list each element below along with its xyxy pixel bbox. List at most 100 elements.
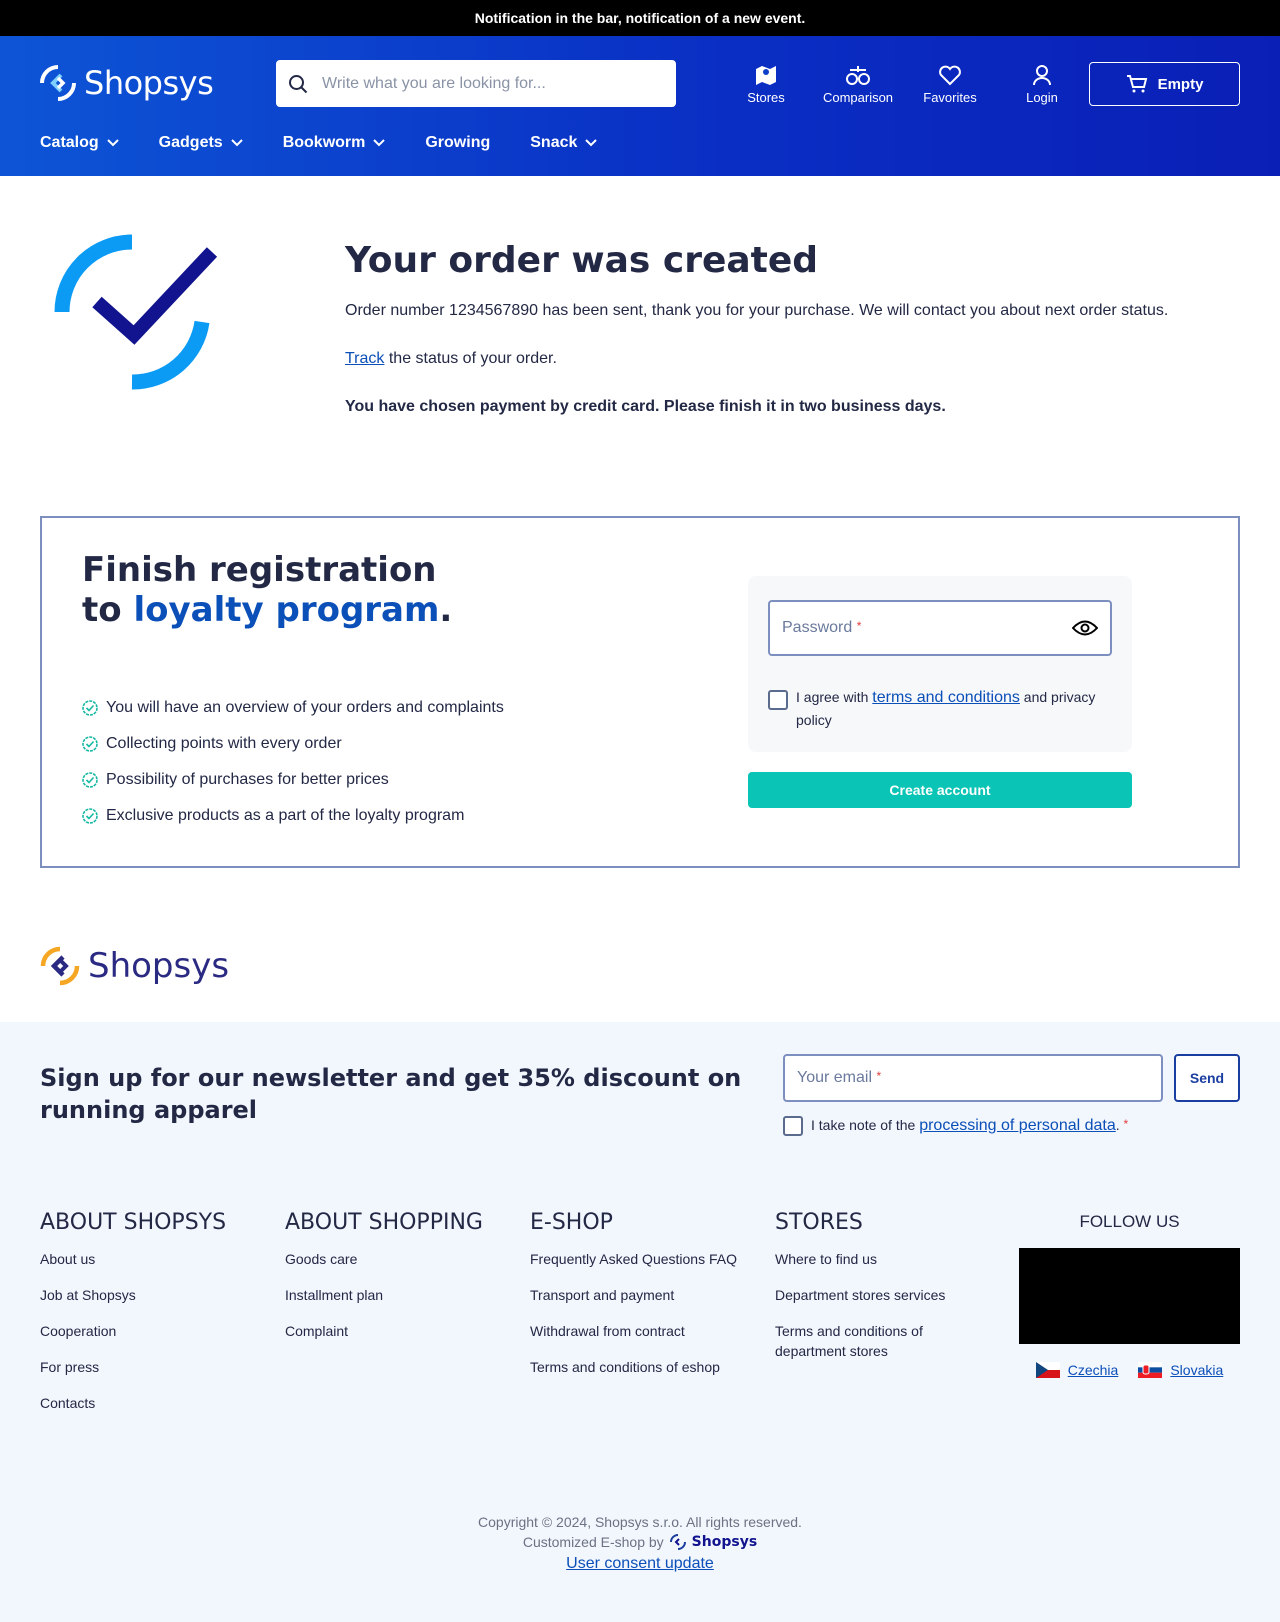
- nav-label: Snack: [530, 134, 578, 151]
- country-slovakia[interactable]: Slovakia: [1138, 1362, 1223, 1378]
- header-logo[interactable]: Shopsys: [40, 64, 214, 102]
- eye-icon[interactable]: [1072, 619, 1098, 637]
- login-link[interactable]: Login: [996, 64, 1088, 105]
- footer-link[interactable]: Installment plan: [285, 1285, 525, 1305]
- chevron-down-icon: [585, 139, 598, 147]
- benefit-text: Possibility of purchases for better pric…: [106, 771, 389, 788]
- footer-link[interactable]: Complaint: [285, 1321, 525, 1341]
- password-label: Password *: [782, 619, 861, 637]
- nav-bookworm[interactable]: Bookworm: [283, 134, 386, 152]
- nav-label: Growing: [425, 134, 491, 151]
- main-navigation: Catalog Gadgets Bookworm Growing Snack: [40, 134, 598, 152]
- footer-link[interactable]: Department stores services: [775, 1285, 975, 1305]
- nav-snack[interactable]: Snack: [530, 134, 598, 152]
- benefit-item: You will have an overview of your orders…: [82, 690, 504, 726]
- nl-agree-suffix: .: [1115, 1117, 1120, 1133]
- shopsys-logo-icon: [40, 65, 76, 101]
- footer-link[interactable]: For press: [40, 1357, 280, 1377]
- email-label-text: Your email: [797, 1069, 873, 1086]
- footer-logo[interactable]: Shopsys: [40, 946, 229, 986]
- newsletter-email-field[interactable]: Your email *: [783, 1054, 1163, 1102]
- terms-link[interactable]: terms and conditions: [872, 689, 1020, 706]
- newsletter-checkbox[interactable]: [783, 1116, 803, 1136]
- customized-logo-text[interactable]: Shopsys: [692, 1532, 757, 1552]
- benefit-item: Collecting points with every order: [82, 726, 504, 762]
- footer-link[interactable]: Goods care: [285, 1249, 525, 1269]
- favorites-label: Favorites: [923, 90, 977, 105]
- favorites-link[interactable]: Favorites: [904, 64, 996, 105]
- slovak-flag-icon: [1138, 1362, 1163, 1378]
- user-icon: [1033, 65, 1051, 86]
- payment-note: You have chosen payment by credit card. …: [345, 398, 946, 415]
- footer-link[interactable]: Terms and conditions of department store…: [775, 1321, 975, 1361]
- nav-gadgets[interactable]: Gadgets: [159, 134, 243, 152]
- footer-column-title: ABOUT SHOPPING: [285, 1210, 483, 1235]
- nav-label: Catalog: [40, 134, 99, 151]
- create-account-button[interactable]: Create account: [748, 772, 1132, 808]
- check-badge-icon: [82, 808, 98, 824]
- site-header: Shopsys Stores Comparison: [0, 36, 1280, 176]
- footer-column-title: ABOUT SHOPSYS: [40, 1210, 227, 1235]
- personal-data-link[interactable]: processing of personal data: [919, 1117, 1116, 1134]
- newsletter-agree-text: I take note of the processing of persona…: [811, 1117, 1128, 1135]
- user-consent-link[interactable]: User consent update: [0, 1554, 1280, 1574]
- comparison-link[interactable]: Comparison: [812, 64, 904, 105]
- chevron-down-icon: [230, 139, 243, 147]
- logo-text: Shopsys: [84, 64, 214, 102]
- copyright-block: Copyright © 2024, Shopsys s.r.o. All rig…: [0, 1512, 1280, 1574]
- order-title: Your order was created: [345, 240, 819, 281]
- follow-us-title: FOLLOW US: [1079, 1212, 1180, 1231]
- footer-column-eshop: E-SHOP Frequently Asked Questions FAQ Tr…: [530, 1210, 770, 1393]
- footer-column-about-shopsys: ABOUT SHOPSYS About us Job at Shopsys Co…: [40, 1210, 280, 1429]
- stores-link[interactable]: Stores: [720, 64, 812, 105]
- country-link[interactable]: Czechia: [1068, 1362, 1119, 1378]
- newsletter-send-button[interactable]: Send: [1174, 1054, 1240, 1102]
- order-number-text: Order number 1234567890 has been sent, t…: [345, 302, 1169, 319]
- notification-bar: Notification in the bar, notification of…: [0, 0, 1280, 36]
- map-icon: [756, 66, 776, 85]
- footer-link[interactable]: Frequently Asked Questions FAQ: [530, 1249, 770, 1269]
- footer-link[interactable]: About us: [40, 1249, 280, 1269]
- cart-button[interactable]: Empty: [1089, 62, 1240, 106]
- cart-label: Empty: [1157, 75, 1204, 93]
- benefit-item: Possibility of purchases for better pric…: [82, 762, 504, 798]
- nav-catalog[interactable]: Catalog: [40, 134, 119, 152]
- chevron-down-icon: [373, 139, 386, 147]
- footer-link[interactable]: Withdrawal from contract: [530, 1321, 770, 1341]
- footer-link[interactable]: Job at Shopsys: [40, 1285, 280, 1305]
- password-field[interactable]: Password *: [768, 600, 1112, 656]
- country-link[interactable]: Slovakia: [1170, 1362, 1223, 1378]
- track-order-text: Track the status of your order.: [345, 350, 557, 368]
- search-input[interactable]: [322, 74, 642, 93]
- required-mark: *: [1123, 1117, 1129, 1131]
- social-embed[interactable]: [1019, 1248, 1240, 1344]
- country-czechia[interactable]: Czechia: [1035, 1362, 1119, 1378]
- nav-label: Gadgets: [158, 134, 223, 151]
- benefit-text: You will have an overview of your orders…: [106, 699, 504, 716]
- country-switcher: Czechia Slovakia: [1019, 1362, 1240, 1378]
- footer-link[interactable]: Contacts: [40, 1393, 280, 1413]
- required-mark: *: [856, 619, 862, 633]
- nav-label: Bookworm: [282, 134, 366, 151]
- footer-link[interactable]: Cooperation: [40, 1321, 280, 1341]
- nav-growing[interactable]: Growing: [425, 134, 490, 152]
- loyalty-title: Finish registration to loyalty program.: [82, 550, 462, 630]
- terms-agreement: I agree with terms and conditions and pr…: [768, 686, 1098, 731]
- footer-link[interactable]: Terms and conditions of eshop: [530, 1357, 770, 1377]
- search-icon[interactable]: [288, 74, 308, 94]
- order-success-check-icon: [54, 234, 218, 390]
- benefit-text: Collecting points with every order: [106, 735, 342, 752]
- registration-form: Password * I agree with terms and condit…: [748, 576, 1132, 752]
- login-label: Login: [1026, 90, 1058, 105]
- footer-link[interactable]: Where to find us: [775, 1249, 975, 1269]
- heart-icon: [939, 65, 961, 86]
- terms-checkbox[interactable]: [768, 690, 788, 710]
- comparison-label: Comparison: [822, 90, 894, 105]
- footer-column-stores: STORES Where to find us Department store…: [775, 1210, 975, 1377]
- footer-link[interactable]: Transport and payment: [530, 1285, 770, 1305]
- track-link[interactable]: Track: [345, 350, 384, 367]
- customized-by-text: Customized E-shop by: [522, 1534, 664, 1550]
- newsletter-title: Sign up for our newsletter and get 35% d…: [40, 1064, 742, 1124]
- scales-icon: [846, 66, 870, 85]
- footer-column-about-shopping: ABOUT SHOPPING Goods care Installment pl…: [285, 1210, 525, 1357]
